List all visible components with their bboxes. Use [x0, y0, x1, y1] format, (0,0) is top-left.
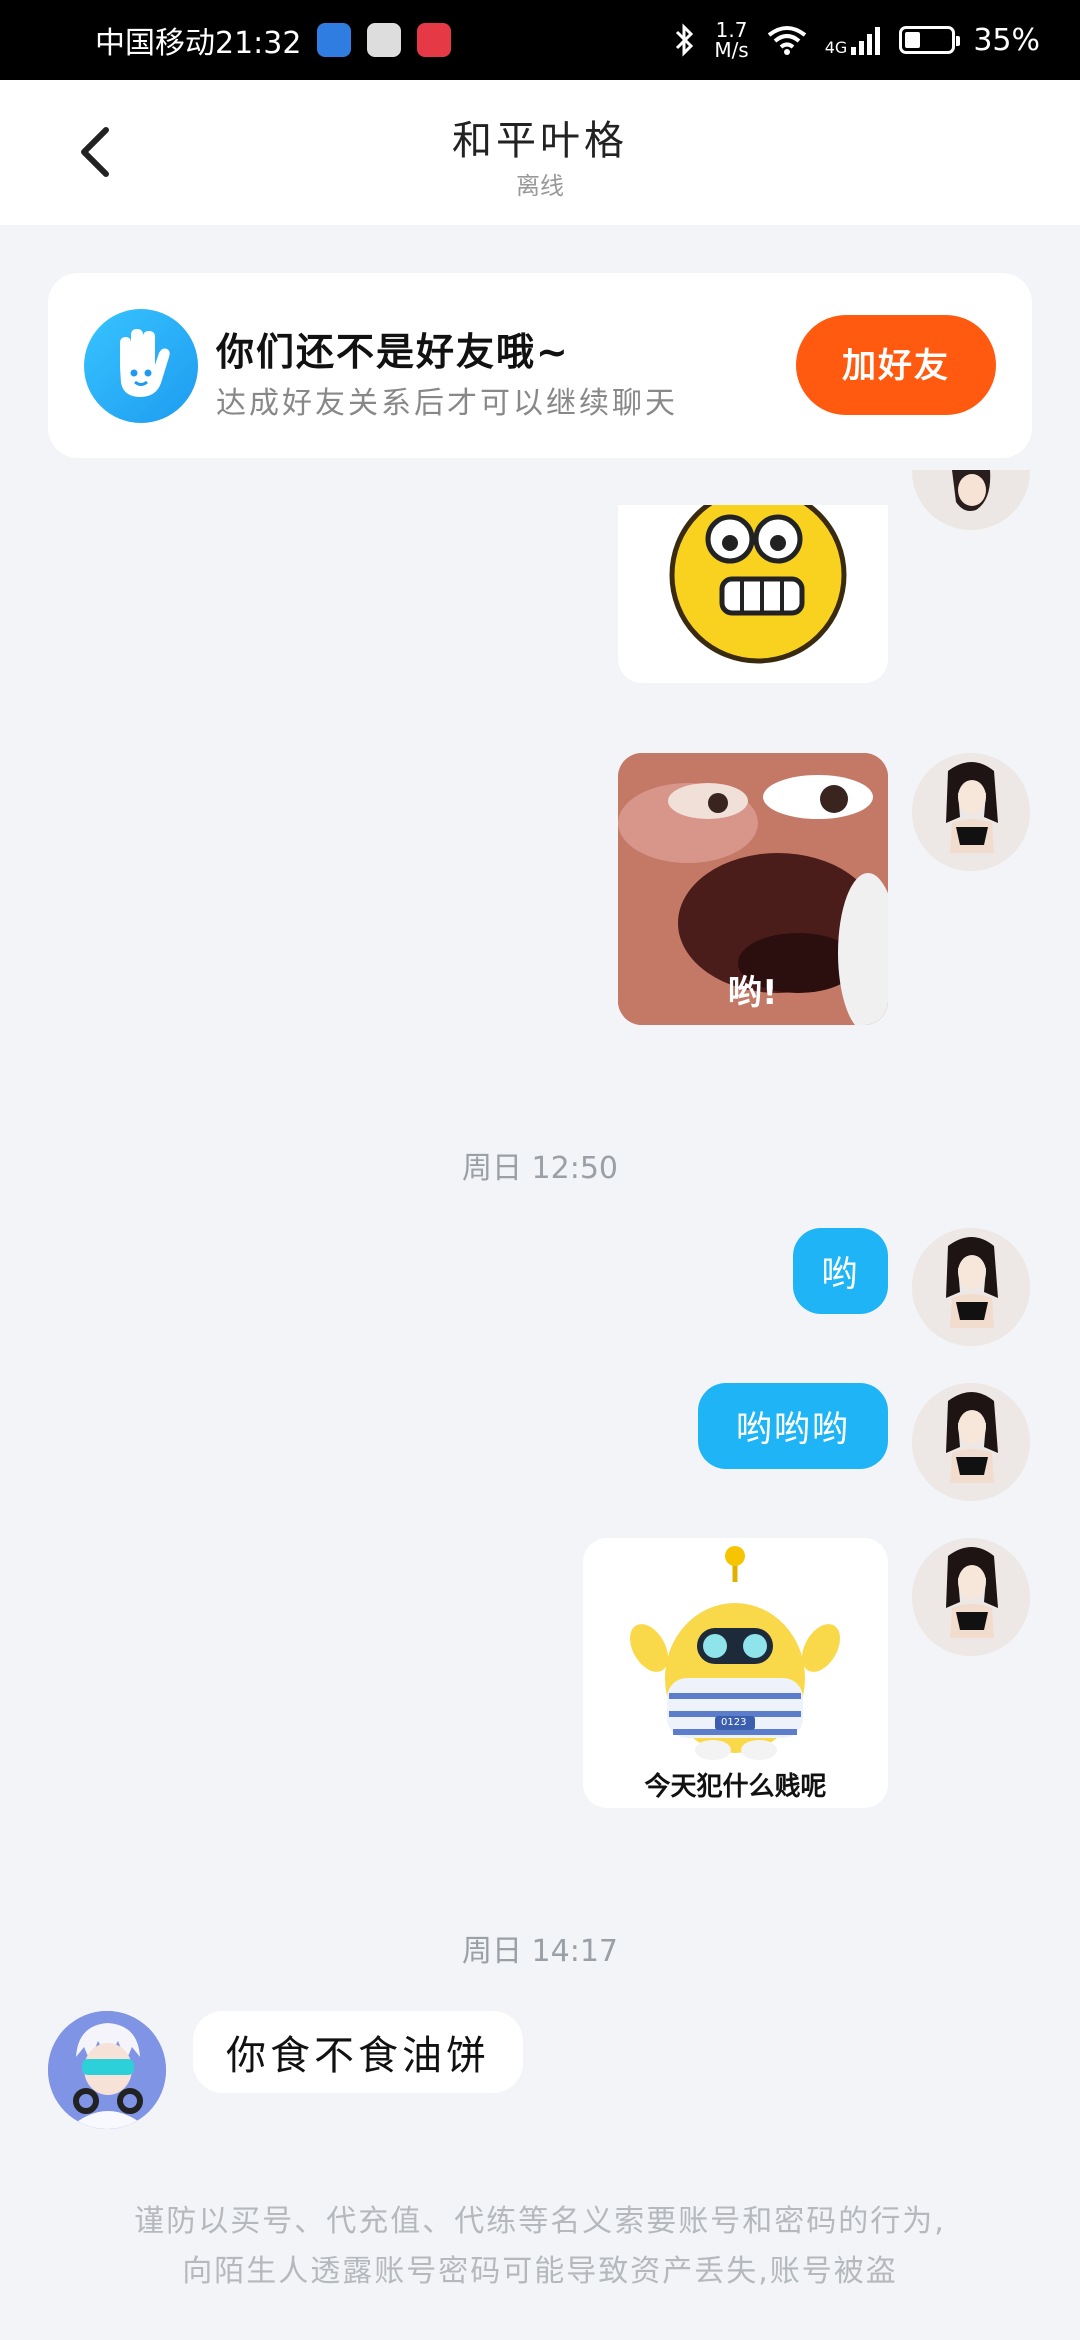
signal-icon [851, 27, 881, 55]
contact-status: 离线 [516, 172, 564, 200]
bluetooth-icon [676, 23, 694, 57]
timestamp: 周日 14:17 [462, 1934, 618, 1969]
network-speed: 1.7 M/s [714, 18, 749, 62]
my-avatar[interactable] [912, 470, 1030, 530]
chat-header: 和平叶格 离线 [0, 80, 1080, 225]
sent-message-bubble[interactable]: 哟 [793, 1228, 888, 1314]
add-friend-button[interactable]: 加好友 [796, 315, 996, 415]
my-avatar[interactable] [912, 1538, 1030, 1656]
not-friends-banner: 你们还不是好友哦~ 达成好友关系后才可以继续聊天 加好友 [48, 273, 1032, 458]
security-warning: 谨防以买号、代充值、代练等名义索要账号和密码的行为, 向陌生人透露账号密码可能导… [60, 2197, 1020, 2297]
sent-sticker-mascot[interactable]: 0123 今天犯什么贱呢 [583, 1538, 888, 1808]
warning-line-2: 向陌生人透露账号密码可能导致资产丢失,账号被盗 [182, 2254, 898, 2289]
sticker-caption: 哟! [728, 973, 778, 1013]
timestamp: 周日 12:50 [462, 1151, 618, 1186]
received-message-bubble[interactable]: 你食不食油饼 [193, 2011, 523, 2093]
contact-avatar[interactable] [48, 2011, 166, 2129]
carrier-time: 中国移动21:32 [95, 26, 302, 61]
contact-name: 和平叶格 [452, 118, 628, 164]
wifi-icon [767, 26, 806, 55]
my-avatar[interactable] [912, 753, 1030, 871]
mascot-badge: 0123 [721, 1717, 747, 1728]
sent-sticker-emoji[interactable] [618, 505, 888, 683]
browser-app-icon [317, 23, 352, 57]
battery-icon [899, 26, 961, 54]
sticker-caption: 今天犯什么贱呢 [644, 1772, 827, 1802]
sent-message-bubble[interactable]: 哟哟哟 [698, 1383, 888, 1469]
banner-subtitle: 达成好友关系后才可以继续聊天 [216, 386, 678, 421]
notes-app-icon [367, 23, 402, 57]
battery-percent: 35% [973, 22, 1040, 58]
status-bar: 中国移动21:32 1.7 M/s 4G 35% [0, 0, 1080, 80]
network-type: 4G [824, 38, 848, 57]
banner-title: 你们还不是好友哦~ [216, 330, 570, 374]
wave-hand-icon [84, 309, 198, 423]
reader-app-icon [417, 23, 452, 57]
my-avatar[interactable] [912, 1383, 1030, 1501]
sent-sticker-meme[interactable]: 哟! [618, 753, 888, 1025]
my-avatar[interactable] [912, 1228, 1030, 1346]
warning-line-1: 谨防以买号、代充值、代练等名义索要账号和密码的行为, [134, 2204, 946, 2239]
